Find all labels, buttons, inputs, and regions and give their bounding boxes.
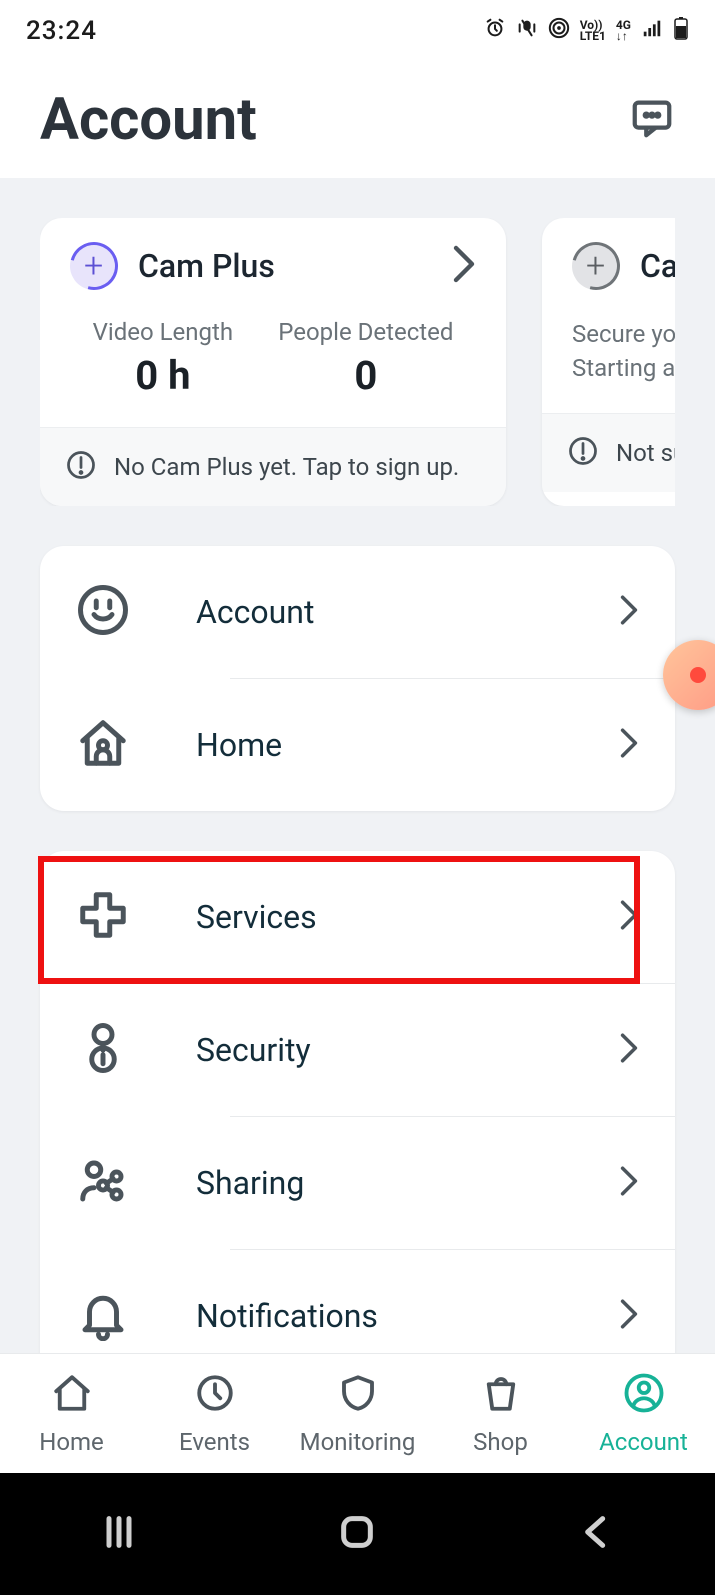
promo-stat-value: 0 bbox=[278, 352, 453, 399]
house-person-icon bbox=[76, 716, 130, 774]
android-nav-bar bbox=[0, 1473, 715, 1595]
tab-home[interactable]: Home bbox=[0, 1354, 143, 1473]
settings-group-1: Account Home bbox=[40, 546, 675, 811]
android-back-button[interactable] bbox=[576, 1512, 616, 1556]
row-sharing[interactable]: Sharing bbox=[40, 1117, 675, 1249]
shield-icon bbox=[337, 1372, 379, 1420]
home-icon bbox=[51, 1372, 93, 1420]
bottom-tab-bar: Home Events Monitoring Shop Account bbox=[0, 1353, 715, 1473]
person-circle-icon bbox=[623, 1372, 665, 1420]
android-recents-button[interactable] bbox=[99, 1512, 139, 1556]
promo-desc-line: Starting at $ bbox=[572, 352, 675, 386]
promo-scroller[interactable]: + Cam Plus Video Length 0 h People Detec… bbox=[40, 218, 675, 506]
chevron-right-icon bbox=[619, 1298, 639, 1334]
smiley-icon bbox=[76, 583, 130, 641]
chevron-right-icon bbox=[452, 244, 476, 288]
android-home-button[interactable] bbox=[337, 1512, 377, 1556]
alarm-icon bbox=[484, 16, 506, 46]
hotspot-icon bbox=[548, 16, 570, 46]
tab-monitoring[interactable]: Monitoring bbox=[286, 1354, 429, 1473]
share-person-icon bbox=[76, 1154, 130, 1212]
row-label: Home bbox=[196, 726, 619, 764]
tab-events[interactable]: Events bbox=[143, 1354, 286, 1473]
4g-indicator: 4G↓↑ bbox=[616, 20, 631, 42]
promo-footer-not-subscribed[interactable]: Not su bbox=[542, 413, 675, 492]
tab-label: Events bbox=[179, 1428, 250, 1456]
info-icon bbox=[568, 436, 598, 470]
promo-footer-signup[interactable]: No Cam Plus yet. Tap to sign up. bbox=[40, 427, 506, 506]
row-label: Notifications bbox=[196, 1297, 619, 1335]
page-header: Account bbox=[0, 62, 715, 178]
lock-icon bbox=[76, 1021, 130, 1079]
page-title: Account bbox=[40, 86, 257, 154]
row-security[interactable]: Security bbox=[40, 984, 675, 1116]
content-area: + Cam Plus Video Length 0 h People Detec… bbox=[0, 178, 715, 1353]
promo-stat-label: People Detected bbox=[278, 318, 453, 346]
status-time: 23:24 bbox=[26, 16, 97, 46]
bell-icon bbox=[76, 1287, 130, 1345]
battery-icon bbox=[673, 16, 689, 47]
chevron-right-icon bbox=[619, 594, 639, 630]
clock-icon bbox=[194, 1372, 236, 1420]
promo-stat-value: 0 h bbox=[93, 352, 233, 399]
promo-card-camprotect[interactable]: + Cam Secure your Starting at $ Not su bbox=[542, 218, 675, 506]
tab-account[interactable]: Account bbox=[572, 1354, 715, 1473]
tab-label: Account bbox=[599, 1428, 688, 1456]
promo-desc-line: Secure your bbox=[572, 318, 675, 352]
promo-card-camplus[interactable]: + Cam Plus Video Length 0 h People Detec… bbox=[40, 218, 506, 506]
volte-indicator: Vo))LTE1 bbox=[580, 20, 606, 42]
plus-outline-icon bbox=[76, 888, 130, 946]
row-services[interactable]: Services bbox=[40, 851, 675, 983]
settings-group-2: Services Security Sharing Notifications bbox=[40, 851, 675, 1353]
bag-icon bbox=[480, 1372, 522, 1420]
vibrate-icon bbox=[516, 16, 538, 46]
tab-label: Home bbox=[39, 1428, 104, 1456]
promo-footer-text: Not su bbox=[616, 439, 675, 467]
row-notifications[interactable]: Notifications bbox=[40, 1250, 675, 1353]
chevron-right-icon bbox=[619, 1032, 639, 1068]
row-label: Security bbox=[196, 1031, 619, 1069]
info-icon bbox=[66, 450, 96, 484]
row-label: Sharing bbox=[196, 1164, 619, 1202]
row-home[interactable]: Home bbox=[40, 679, 675, 811]
tab-label: Shop bbox=[473, 1428, 528, 1456]
promo-title: Cam bbox=[640, 247, 675, 285]
promo-footer-text: No Cam Plus yet. Tap to sign up. bbox=[114, 453, 459, 481]
tab-label: Monitoring bbox=[300, 1428, 416, 1456]
row-label: Account bbox=[196, 593, 619, 631]
chevron-right-icon bbox=[619, 1165, 639, 1201]
tab-shop[interactable]: Shop bbox=[429, 1354, 572, 1473]
row-account[interactable]: Account bbox=[40, 546, 675, 678]
camprotect-badge-icon: + bbox=[563, 233, 629, 299]
signal-icon bbox=[641, 16, 663, 46]
promo-stat-label: Video Length bbox=[93, 318, 233, 346]
promo-title: Cam Plus bbox=[138, 247, 275, 285]
chevron-right-icon bbox=[619, 727, 639, 763]
chevron-right-icon bbox=[619, 899, 639, 935]
camplus-badge-icon: + bbox=[61, 233, 127, 299]
row-label: Services bbox=[196, 898, 619, 936]
messages-button[interactable] bbox=[629, 95, 675, 145]
android-status-bar: 23:24 Vo))LTE1 4G↓↑ bbox=[0, 0, 715, 62]
